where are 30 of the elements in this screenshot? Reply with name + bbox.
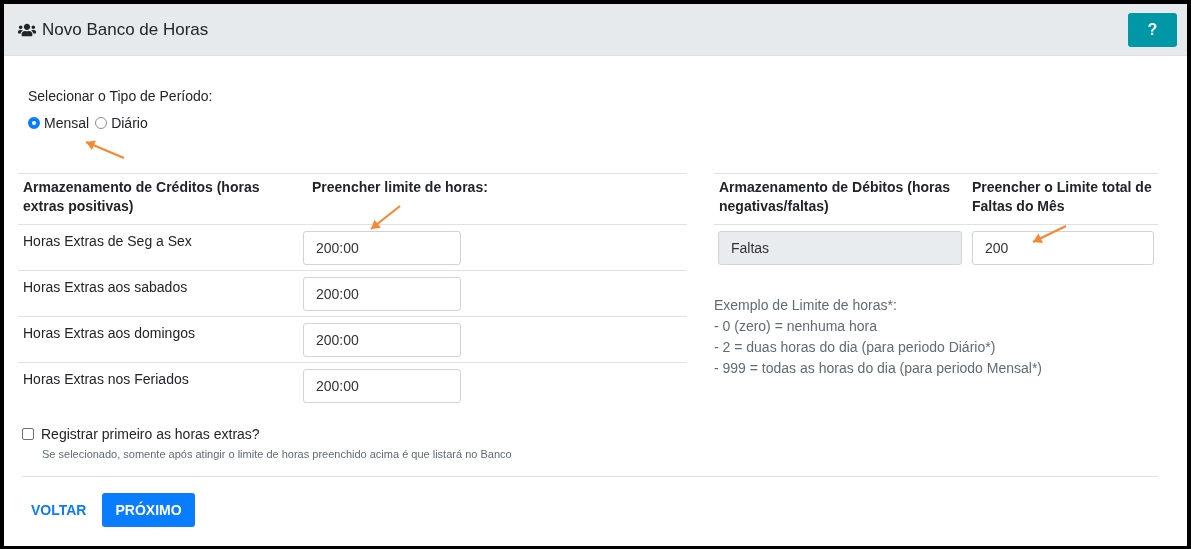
next-button[interactable]: PRÓXIMO <box>102 493 195 527</box>
example-line: - 999 = todas as horas do dia (para periodo Mensal*) <box>714 359 1044 378</box>
column-header: Preencher o Limite total de Faltas do Mês <box>972 178 1153 216</box>
back-link[interactable]: VOLTAR <box>31 493 87 527</box>
radio-button[interactable] <box>95 117 108 129</box>
hint-text: Se selecionado, somente após atingir o limite de horas preenchido acima é que listará no Banco <box>41 448 513 460</box>
help-button[interactable]: ? <box>1128 12 1177 47</box>
period-label: Selecionar o Tipo de Período: <box>27 88 214 104</box>
row-label: Horas Extras aos sabados <box>22 278 189 297</box>
column-header: Preencher limite de horas: <box>311 178 489 197</box>
hours-input[interactable]: 200:00 <box>303 277 461 311</box>
example-title: Exemplo de Limite de horas*: <box>714 296 898 315</box>
example-line: - 0 (zero) = nenhuma hora <box>714 317 879 336</box>
absences-field[interactable]: Faltas <box>718 231 962 265</box>
hours-input[interactable]: 200:00 <box>303 323 461 357</box>
limit-input[interactable]: 200 <box>972 231 1154 265</box>
radio-label[interactable]: Mensal <box>44 115 90 131</box>
row-label: Horas Extras nos Feriados <box>22 370 190 389</box>
checkbox[interactable] <box>22 428 34 440</box>
example-line: - 2 = duas horas do dia (para periodo Diário*) <box>714 338 997 357</box>
column-header: Armazenamento de Créditos (horas extras positivas) <box>22 178 261 216</box>
radio-label[interactable]: Diário <box>111 115 148 131</box>
hours-input[interactable]: 200:00 <box>303 231 461 265</box>
hours-input[interactable]: 200:00 <box>303 369 461 403</box>
row-label: Horas Extras aos domingos <box>22 324 196 343</box>
radio-button[interactable] <box>28 117 40 129</box>
row-label: Horas Extras de Seg a Sex <box>22 232 193 251</box>
column-header: Armazenamento de Débitos (horas negativas/faltas) <box>718 178 952 216</box>
checkbox-label[interactable]: Registrar primeiro as horas extras? <box>41 426 260 442</box>
page-title: Novo Banco de Horas <box>42 19 209 40</box>
